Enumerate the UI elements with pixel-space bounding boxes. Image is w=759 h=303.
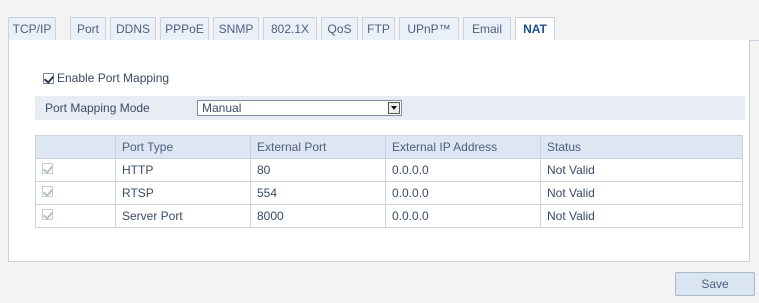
- row-checkbox: [42, 209, 53, 220]
- external-ip-cell: 0.0.0.0: [385, 204, 541, 228]
- tab-bar: TCP/IP Port DDNS PPPoE SNMP 802.1X QoS F…: [8, 7, 759, 41]
- table-row: HTTP 80 0.0.0.0 Not Valid: [35, 158, 743, 182]
- tab-ftp[interactable]: FTP: [362, 17, 395, 40]
- column-header-external-ip: External IP Address: [385, 135, 541, 159]
- port-type-cell: Server Port: [115, 204, 251, 228]
- table-row: RTSP 554 0.0.0.0 Not Valid: [35, 181, 743, 205]
- tab-snmp[interactable]: SNMP: [213, 17, 259, 40]
- port-type-cell: RTSP: [115, 181, 251, 205]
- port-mapping-mode-label: Port Mapping Mode: [45, 101, 150, 115]
- external-ip-cell: 0.0.0.0: [385, 181, 541, 205]
- tab-email[interactable]: Email: [463, 17, 511, 40]
- tab-port[interactable]: Port: [70, 17, 106, 40]
- enable-port-mapping-row[interactable]: Enable Port Mapping: [43, 70, 169, 86]
- tab-tcpip[interactable]: TCP/IP: [8, 17, 56, 40]
- save-button[interactable]: Save: [675, 272, 755, 296]
- port-type-cell: HTTP: [115, 158, 251, 182]
- status-cell: Not Valid: [540, 181, 743, 205]
- nat-settings-panel: Enable Port Mapping Port Mapping Mode Ma…: [8, 40, 750, 262]
- column-header-select: [35, 135, 116, 159]
- tab-qos[interactable]: QoS: [321, 17, 358, 40]
- row-checkbox: [42, 186, 53, 197]
- external-ip-cell: 0.0.0.0: [385, 158, 541, 182]
- tab-8021x[interactable]: 802.1X: [263, 17, 317, 40]
- column-header-external-port: External Port: [250, 135, 386, 159]
- tab-upnp[interactable]: UPnP™: [399, 17, 459, 40]
- port-mapping-mode-row: Port Mapping Mode Manual: [35, 96, 745, 120]
- chevron-down-icon[interactable]: [388, 102, 400, 114]
- port-mapping-mode-value: Manual: [202, 101, 242, 115]
- column-header-status: Status: [540, 135, 743, 159]
- status-cell: Not Valid: [540, 204, 743, 228]
- enable-port-mapping-label: Enable Port Mapping: [57, 71, 170, 85]
- status-cell: Not Valid: [540, 158, 743, 182]
- row-checkbox: [42, 163, 53, 174]
- external-port-cell[interactable]: 8000: [250, 204, 386, 228]
- port-mapping-mode-select[interactable]: Manual: [197, 100, 402, 116]
- table-row: Server Port 8000 0.0.0.0 Not Valid: [35, 204, 743, 228]
- tab-nat[interactable]: NAT: [515, 17, 555, 41]
- port-mapping-table: Port Type External Port External IP Addr…: [35, 135, 743, 228]
- external-port-cell[interactable]: 80: [250, 158, 386, 182]
- table-header-row: Port Type External Port External IP Addr…: [35, 135, 743, 159]
- enable-port-mapping-checkbox[interactable]: [43, 72, 54, 84]
- column-header-port-type: Port Type: [115, 135, 251, 159]
- external-port-cell[interactable]: 554: [250, 181, 386, 205]
- tab-pppoe[interactable]: PPPoE: [160, 17, 209, 40]
- tab-ddns[interactable]: DDNS: [110, 17, 156, 40]
